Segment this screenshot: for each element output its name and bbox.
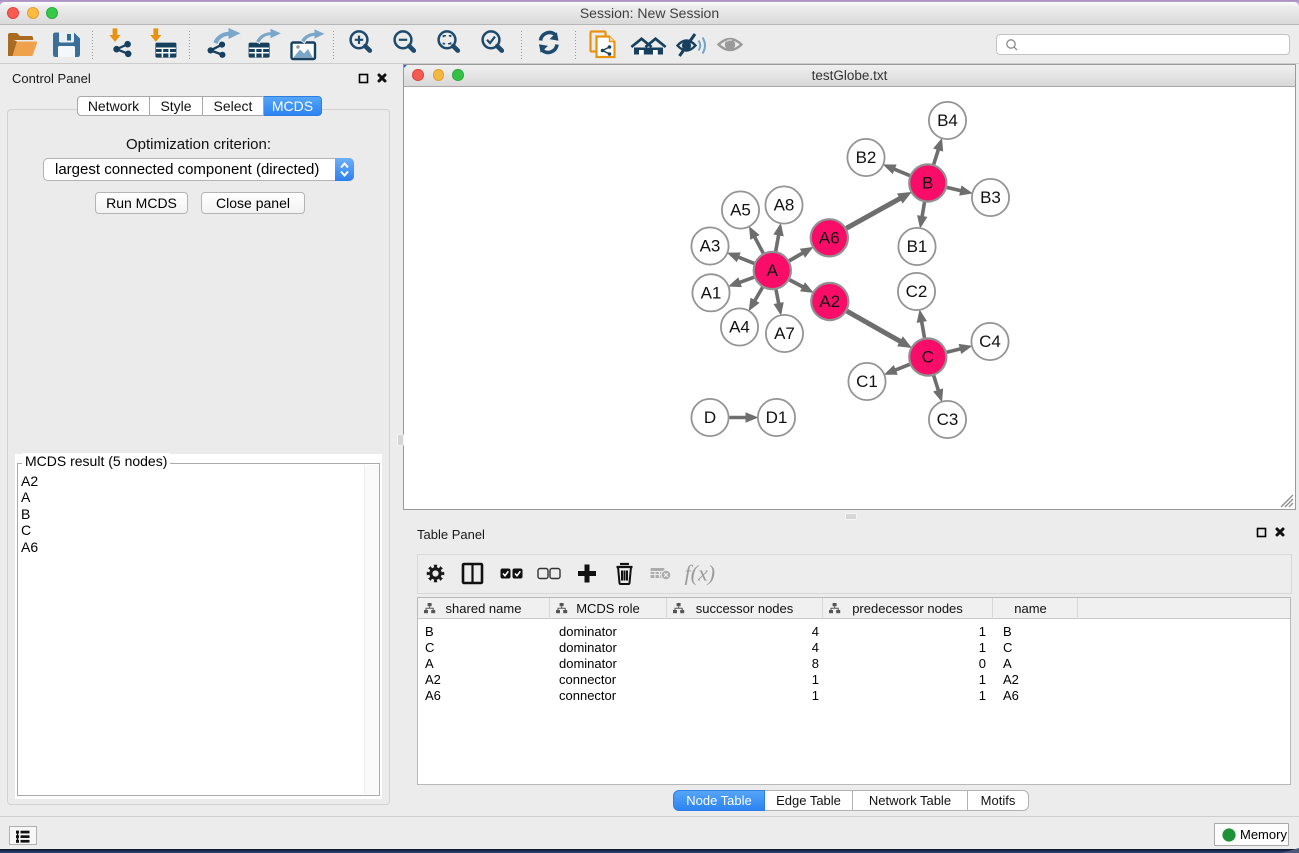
svg-text:B4: B4 [937, 111, 958, 130]
svg-text:A2: A2 [819, 292, 840, 311]
svg-text:C: C [922, 347, 934, 366]
svg-text:A5: A5 [730, 200, 751, 219]
svg-text:B1: B1 [907, 237, 928, 256]
svg-text:C3: C3 [937, 410, 959, 429]
svg-text:D1: D1 [766, 408, 788, 427]
svg-text:D: D [704, 408, 716, 427]
svg-text:C1: C1 [856, 372, 878, 391]
svg-text:B2: B2 [856, 148, 877, 167]
svg-text:B3: B3 [980, 188, 1001, 207]
svg-text:A7: A7 [774, 324, 795, 343]
svg-text:A1: A1 [701, 283, 722, 302]
svg-text:A4: A4 [729, 317, 750, 336]
svg-text:A6: A6 [819, 228, 840, 247]
svg-text:A8: A8 [774, 195, 795, 214]
svg-text:f(x): f(x) [685, 561, 716, 586]
svg-text:C4: C4 [979, 332, 1001, 351]
svg-text:A: A [767, 261, 779, 280]
svg-text:B: B [922, 173, 933, 192]
svg-text:C2: C2 [906, 282, 928, 301]
svg-text:A3: A3 [700, 236, 721, 255]
